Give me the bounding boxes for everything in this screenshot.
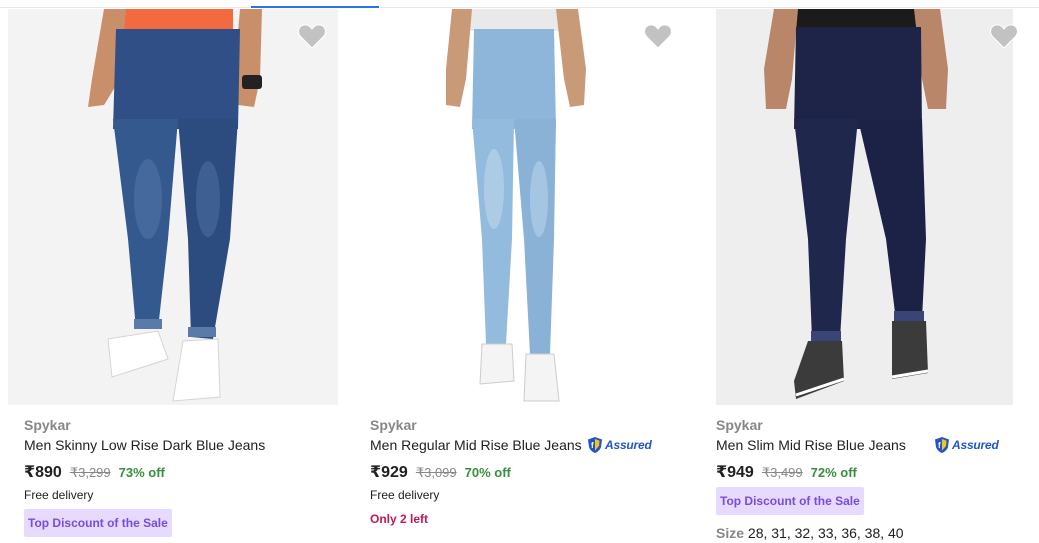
selling-price: ₹929 [370, 464, 408, 481]
delivery-info: Free delivery [370, 488, 440, 502]
selling-price: ₹949 [716, 464, 754, 481]
product-card[interactable]: Spykar Men Regular Mid Rise Blue Jeans f… [346, 0, 692, 543]
price-row: ₹949 ₹3,499 72% off [716, 462, 857, 482]
original-price: ₹3,099 [415, 465, 457, 480]
assured-badge: f Assured [934, 436, 999, 454]
assured-shield-icon: f [935, 437, 949, 453]
assured-label: Assured [605, 438, 652, 452]
price-row: ₹929 ₹3,099 70% off [370, 462, 511, 482]
product-image[interactable] [8, 9, 338, 405]
discount-percent: 70% off [464, 465, 511, 480]
price-row: ₹890 ₹3,299 73% off [24, 462, 165, 482]
product-brand: Spykar [370, 417, 417, 433]
size-values: 28, 31, 32, 33, 36, 38, 40 [747, 525, 904, 541]
offer-badge: Top Discount of the Sale [716, 487, 864, 515]
assured-label: Assured [952, 438, 999, 452]
product-card[interactable]: Spykar Men Skinny Low Rise Dark Blue Jea… [0, 0, 346, 543]
offer-badge: Top Discount of the Sale [24, 509, 172, 537]
discount-percent: 73% off [118, 465, 165, 480]
original-price: ₹3,299 [69, 465, 111, 480]
wishlist-heart-icon[interactable] [298, 23, 326, 49]
wishlist-heart-icon[interactable] [990, 23, 1018, 49]
product-image[interactable] [354, 9, 684, 405]
stock-warning: Only 2 left [370, 512, 429, 526]
delivery-info: Free delivery [24, 488, 94, 502]
product-card[interactable]: Spykar Men Slim Mid Rise Blue Jeans f As… [692, 0, 1039, 543]
svg-text:f: f [938, 441, 941, 450]
product-brand: Spykar [24, 417, 71, 433]
original-price: ₹3,499 [761, 465, 803, 480]
product-title[interactable]: Men Slim Mid Rise Blue Jeans [716, 437, 906, 453]
selling-price: ₹890 [24, 464, 62, 481]
product-title[interactable]: Men Regular Mid Rise Blue Jeans [370, 437, 582, 453]
size-list: Size 28, 31, 32, 33, 36, 38, 40 [716, 525, 904, 541]
product-image[interactable] [716, 9, 1013, 405]
product-title[interactable]: Men Skinny Low Rise Dark Blue Jeans [24, 437, 265, 453]
svg-text:f: f [591, 441, 594, 450]
assured-badge: f Assured [587, 436, 652, 454]
wishlist-heart-icon[interactable] [644, 23, 672, 49]
discount-percent: 72% off [810, 465, 857, 480]
size-label: Size [716, 525, 745, 541]
product-brand: Spykar [716, 417, 763, 433]
assured-shield-icon: f [588, 437, 602, 453]
